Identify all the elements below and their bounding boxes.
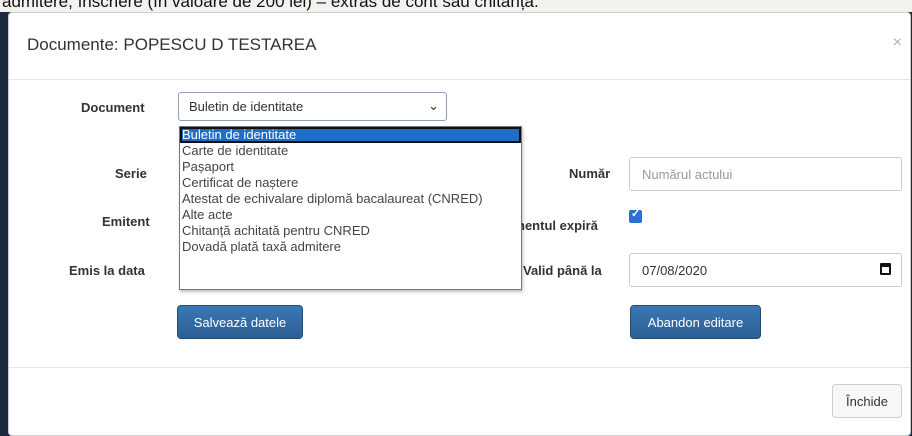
document-type-value: Buletin de identitate — [189, 99, 304, 114]
dropdown-option[interactable]: Buletin de identitate — [180, 127, 521, 143]
emis-label: Emis la data — [69, 263, 145, 278]
valid-date-value: 07/08/2020 — [642, 263, 708, 278]
dropdown-option[interactable]: Atestat de echivalare diplomă bacalaurea… — [180, 191, 521, 207]
chevron-down-icon: ⌄ — [428, 98, 439, 113]
numar-input[interactable]: Numărul actului — [629, 157, 902, 191]
valid-label: Valid până la — [523, 263, 602, 278]
modal-header: Documente: POPESCU D TESTAREA × — [9, 13, 910, 80]
document-label: Document — [81, 100, 145, 115]
expira-label: nentul expiră — [517, 218, 598, 233]
expira-checkbox[interactable]: ✓ — [629, 208, 642, 223]
modal-title: Documente: POPESCU D TESTAREA — [27, 35, 317, 54]
serie-label: Serie — [115, 166, 147, 181]
calendar-icon[interactable] — [880, 263, 891, 275]
numar-placeholder: Numărul actului — [642, 167, 733, 182]
abandon-button[interactable]: Abandon editare — [630, 305, 761, 339]
dropdown-option[interactable]: Dovadă plată taxă admitere — [180, 239, 521, 255]
dropdown-option[interactable]: Pașaport — [180, 159, 521, 175]
modal-footer — [9, 367, 910, 368]
background-page-text: admitere, înscriere (în valoare de 200 l… — [0, 0, 912, 12]
dropdown-option[interactable]: Certificat de naștere — [180, 175, 521, 191]
numar-label: Număr — [569, 166, 611, 181]
emitent-label: Emitent — [102, 214, 150, 229]
document-type-dropdown[interactable]: Buletin de identitate Carte de identitat… — [179, 126, 522, 290]
close-icon[interactable]: × — [893, 34, 902, 52]
dropdown-option[interactable]: Carte de identitate — [180, 143, 521, 159]
close-button[interactable]: Închide — [832, 384, 902, 418]
save-button[interactable]: Salvează datele — [177, 305, 303, 339]
dropdown-option[interactable]: Chitanță achitată pentru CNRED — [180, 223, 521, 239]
documents-modal: Documente: POPESCU D TESTAREA × Document… — [8, 12, 911, 436]
check-icon: ✓ — [631, 208, 641, 220]
valid-date-input[interactable]: 07/08/2020 — [629, 253, 902, 287]
dropdown-option[interactable]: Alte acte — [180, 207, 521, 223]
document-type-select[interactable]: Buletin de identitate ⌄ — [178, 92, 447, 121]
